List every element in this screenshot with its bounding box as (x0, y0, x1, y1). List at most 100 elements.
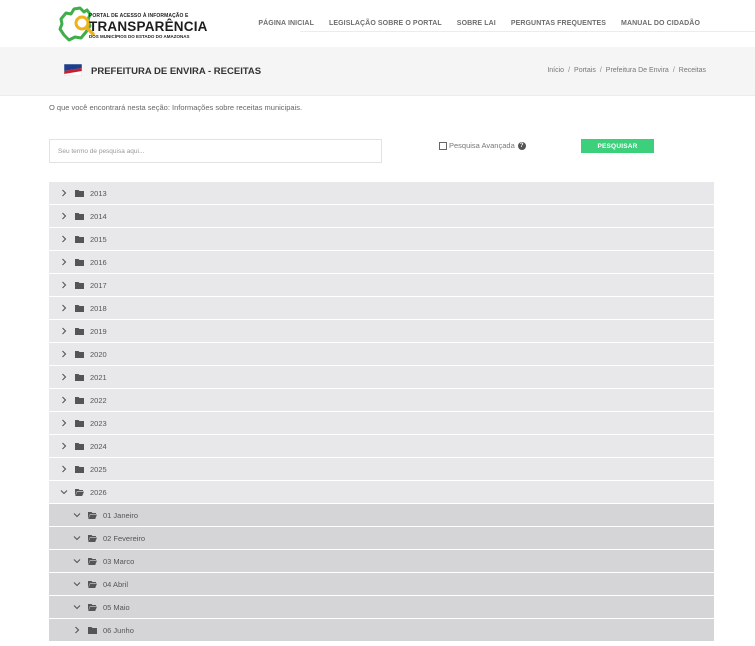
chevron-right-icon[interactable] (60, 304, 68, 312)
tree-item-label: 02 Fevereiro (103, 533, 146, 543)
chevron-down-icon[interactable] (73, 511, 81, 519)
nav-divider (300, 31, 755, 32)
logo-line-3: DOS MUNICÍPIOS DO ESTADO DO AMAZONAS (89, 33, 190, 39)
tree-folder-row[interactable]: 2024 (49, 435, 714, 458)
chevron-right-icon[interactable] (60, 327, 68, 335)
chevron-down-icon[interactable] (73, 534, 81, 542)
search-input[interactable] (58, 141, 378, 162)
breadcrumb: Início / Portais / Prefeitura De Envira / Rece… (547, 67, 706, 74)
tree-item-label: 2026 (90, 487, 107, 497)
tree-subfolder-row[interactable]: 06 Junho (49, 619, 714, 642)
folder-icon (75, 396, 84, 404)
page-title: PREFEITURA DE ENVIRA - RECEITAS (91, 66, 262, 77)
folder-icon (75, 212, 84, 220)
tree-folder-row[interactable]: 2023 (49, 412, 714, 435)
chevron-right-icon[interactable] (60, 350, 68, 358)
chevron-right-icon[interactable] (60, 189, 68, 197)
folder-icon (88, 626, 97, 634)
chevron-right-icon[interactable] (60, 419, 68, 427)
tree-folder-row[interactable]: 2017 (49, 274, 714, 297)
tree-folder-row[interactable]: 2016 (49, 251, 714, 274)
chevron-right-icon[interactable] (60, 465, 68, 473)
tree-folder-row[interactable]: 2018 (49, 297, 714, 320)
chevron-right-icon[interactable] (60, 442, 68, 450)
breadcrumb-portais[interactable]: Portais (574, 67, 596, 74)
folder-icon (75, 465, 84, 473)
breadcrumb-prefeitura[interactable]: Prefeitura De Envira (606, 67, 669, 74)
portal-logo[interactable]: PORTAL DE ACESSO À INFORMAÇÃO E TRANSPAR… (57, 5, 212, 43)
search-box (49, 139, 382, 163)
tree-item-label: 05 Maio (103, 602, 130, 612)
tree-item-label: 2019 (90, 326, 107, 336)
folder-icon (75, 189, 84, 197)
folder-icon (75, 327, 84, 335)
advanced-search-toggle[interactable]: Pesquisa Avançada ? (439, 141, 526, 150)
tree-item-label: 2021 (90, 372, 107, 382)
tree-folder-row[interactable]: 2022 (49, 389, 714, 412)
logo-text: PORTAL DE ACESSO À INFORMAÇÃO E TRANSPAR… (89, 14, 208, 39)
chevron-right-icon[interactable] (60, 373, 68, 381)
tree-item-label: 2024 (90, 441, 107, 451)
chevron-right-icon[interactable] (60, 396, 68, 404)
tree-subfolder-row[interactable]: 05 Maio (49, 596, 714, 619)
tree-folder-row[interactable]: 2015 (49, 228, 714, 251)
municipal-flag-icon (64, 64, 82, 76)
tree-item-label: 2014 (90, 211, 107, 221)
tree-item-label: 2025 (90, 464, 107, 474)
tree-item-label: 2016 (90, 257, 107, 267)
chevron-right-icon[interactable] (60, 212, 68, 220)
breadcrumb-current: Receitas (678, 67, 706, 74)
logo-line-2: TRANSPARÊNCIA (89, 19, 208, 34)
chevron-right-icon[interactable] (60, 235, 68, 243)
chevron-down-icon[interactable] (60, 488, 68, 496)
nav-perguntas-frequentes[interactable]: PERGUNTAS FREQUENTES (511, 20, 606, 27)
chevron-right-icon[interactable] (60, 258, 68, 266)
chevron-right-icon[interactable] (60, 281, 68, 289)
tree-item-label: 2013 (90, 188, 107, 198)
folder-open-icon (88, 557, 97, 565)
tree-folder-row[interactable]: 2020 (49, 343, 714, 366)
tree-item-label: 2018 (90, 303, 107, 313)
nav-sobre-lai[interactable]: SOBRE LAI (457, 20, 496, 27)
folder-icon (75, 304, 84, 312)
chevron-down-icon[interactable] (73, 603, 81, 611)
help-icon[interactable]: ? (517, 141, 526, 150)
title-band: PREFEITURA DE ENVIRA - RECEITAS Início / P… (0, 47, 755, 96)
receitas-tree: 2013 2014 2015 2016 2017 2018 2019 2020 2021 2022… (49, 182, 714, 642)
nav-legislacao[interactable]: LEGISLAÇÃO SOBRE O PORTAL (329, 20, 442, 27)
nav-pagina-inicial[interactable]: PÁGINA INICIAL (258, 20, 314, 27)
folder-open-icon (75, 488, 84, 496)
tree-folder-row[interactable]: 2014 (49, 205, 714, 228)
breadcrumb-separator: / (672, 67, 675, 74)
advanced-search-label: Pesquisa Avançada (449, 141, 515, 150)
tree-folder-row[interactable]: 2021 (49, 366, 714, 389)
breadcrumb-inicio[interactable]: Início (547, 67, 564, 74)
tree-folder-row[interactable]: 2019 (49, 320, 714, 343)
folder-open-icon (88, 603, 97, 611)
search-button[interactable]: PESQUISAR (581, 139, 654, 153)
tree-item-label: 2020 (90, 349, 107, 359)
tree-item-label: 03 Marco (103, 556, 135, 566)
folder-open-icon (88, 534, 97, 542)
tree-subfolder-row[interactable]: 03 Marco (49, 550, 714, 573)
tree-subfolder-row[interactable]: 04 Abril (49, 573, 714, 596)
chevron-down-icon[interactable] (73, 580, 81, 588)
folder-icon (75, 350, 84, 358)
breadcrumb-separator: / (599, 67, 602, 74)
tree-item-label: 2023 (90, 418, 107, 428)
tree-folder-row[interactable]: 2013 (49, 182, 714, 205)
tree-subfolder-row[interactable]: 01 Janeiro (49, 504, 714, 527)
chevron-down-icon[interactable] (73, 557, 81, 565)
folder-icon (75, 419, 84, 427)
tree-item-label: 2017 (90, 280, 107, 290)
tree-item-label: 04 Abril (103, 579, 129, 589)
tree-folder-row[interactable]: 2025 (49, 458, 714, 481)
tree-folder-row[interactable]: 2026 (49, 481, 714, 504)
folder-open-icon (88, 580, 97, 588)
tree-subfolder-row[interactable]: 02 Fevereiro (49, 527, 714, 550)
chevron-right-icon[interactable] (73, 626, 81, 634)
folder-icon (75, 281, 84, 289)
advanced-search-checkbox[interactable] (439, 141, 447, 150)
tree-item-label: 06 Junho (103, 625, 134, 635)
nav-manual-do-cidadao[interactable]: MANUAL DO CIDADÃO (621, 20, 700, 27)
